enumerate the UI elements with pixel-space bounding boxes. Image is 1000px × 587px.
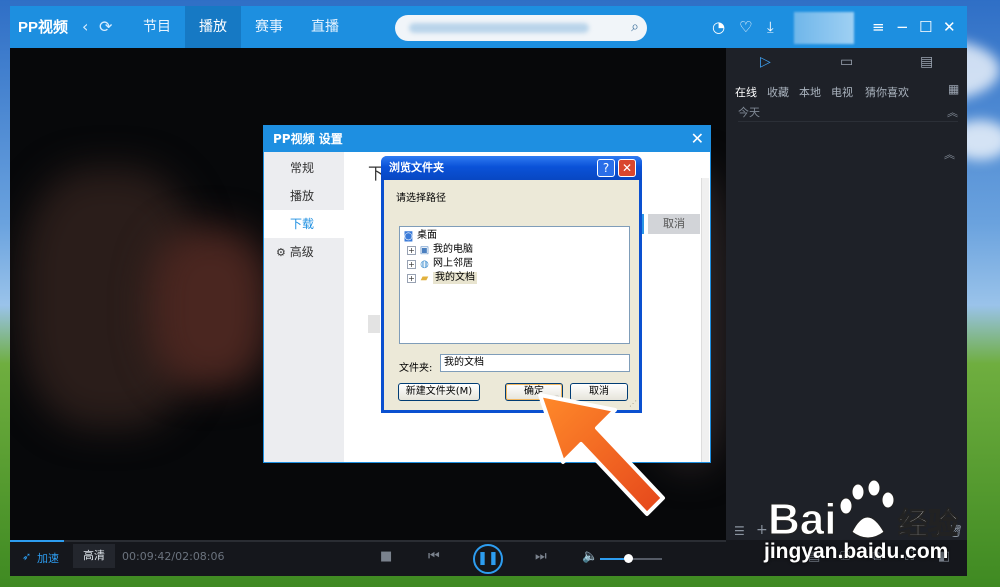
settings-sidebar: 常规 播放 下载 ⚙ 高级 [264, 152, 344, 462]
settings-nav-advanced-label: 高级 [289, 245, 314, 259]
minimize-icon[interactable]: − [896, 17, 909, 37]
tab-live[interactable]: 直播 [297, 6, 353, 48]
refresh-icon[interactable]: ⟳ [99, 17, 112, 37]
svg-text:经验: 经验 [898, 507, 958, 542]
tree-item-label: 网上邻居 [433, 258, 473, 269]
menu-icon[interactable]: ≡ [872, 17, 885, 37]
clock-icon[interactable]: ◔ [712, 17, 725, 37]
folder-icon: ▰ [420, 272, 429, 284]
panel-icon-tabs: ▷ ▭ ▤ [726, 48, 967, 76]
tab-events[interactable]: 赛事 [241, 6, 297, 48]
close-icon[interactable]: ✕ [943, 17, 956, 37]
next-icon[interactable]: ⏭ [535, 549, 547, 564]
folder-icon[interactable]: ▭ [840, 54, 853, 70]
baidu-logo-watermark: Bai 经验 [768, 479, 959, 545]
settings-nav-download[interactable]: 下载 [264, 210, 344, 238]
app-logo: PP视频 [18, 19, 69, 36]
new-folder-button[interactable]: 新建文件夹(M) [398, 383, 480, 401]
settings-nav-general[interactable]: 常规 [264, 154, 344, 182]
stop-icon[interactable]: ■ [380, 549, 392, 564]
network-icon: ◍ [420, 258, 429, 270]
browse-prompt: 请选择路径 [396, 193, 446, 204]
subtab-local[interactable]: 本地 [799, 84, 821, 100]
maximize-icon[interactable]: ☐ [919, 17, 932, 37]
blurred-video-content [150, 228, 270, 388]
play-list-icon[interactable]: ▷ [760, 54, 771, 70]
tree-item-my-computer[interactable]: + ▣ 我的电脑 [407, 244, 473, 256]
volume-slider[interactable] [600, 554, 662, 563]
svg-text:Bai: Bai [768, 495, 836, 544]
dialog-close-button[interactable]: ✕ [618, 159, 636, 177]
time-readout: 00:09:42/02:08:06 [122, 550, 225, 563]
tree-item-my-documents[interactable]: + ▰ 我的文档 [407, 272, 477, 284]
expand-icon[interactable]: + [407, 273, 416, 283]
pointer-arrow-icon [538, 393, 665, 516]
help-button[interactable]: ? [597, 159, 615, 177]
settings-control-partial[interactable] [368, 315, 380, 333]
subtab-tv[interactable]: 电视 [831, 84, 853, 100]
download-icon[interactable]: ⤓ [767, 17, 774, 37]
search-icon[interactable]: ⌕ [631, 19, 639, 35]
browse-folder-dialog: 浏览文件夹 ? ✕ 请选择路径 ◙ 桌面 + ▣ 我的电脑 + ◍ 网上邻居 +… [381, 156, 642, 413]
settings-nav-advanced[interactable]: ⚙ 高级 [264, 238, 344, 266]
back-icon[interactable]: ‹ [82, 17, 88, 37]
expand-icon[interactable]: + [407, 259, 416, 269]
accelerate-button[interactable]: 加速 [37, 550, 59, 566]
heart-icon[interactable]: ♡ [739, 17, 752, 37]
search-text-blurred [409, 23, 589, 33]
settings-cancel-button[interactable]: 取消 [648, 214, 700, 234]
pause-button[interactable]: ❚❚ [473, 544, 503, 574]
settings-title: PP视频 设置 [264, 126, 710, 152]
folder-tree[interactable]: ◙ 桌面 + ▣ 我的电脑 + ◍ 网上邻居 + ▰ 我的文档 [399, 226, 630, 344]
tab-playback[interactable]: 播放 [185, 6, 241, 48]
subtab-online[interactable]: 在线 [735, 84, 757, 100]
avatar[interactable] [794, 12, 854, 44]
volume-icon[interactable]: 🔈 [582, 549, 598, 564]
settings-scrollbar[interactable] [701, 178, 709, 462]
tree-item-label: 桌面 [417, 230, 437, 241]
expand-icon[interactable]: + [407, 245, 416, 255]
section-today-label: 今天 [738, 106, 760, 119]
folder-field[interactable]: 我的文档 [440, 354, 630, 372]
tree-item-network[interactable]: + ◍ 网上邻居 [407, 258, 473, 270]
tab-programs[interactable]: 节目 [129, 6, 185, 48]
tree-item-desktop[interactable]: ◙ 桌面 [403, 230, 437, 242]
previous-icon[interactable]: ⏮ [428, 549, 440, 564]
title-bar: PP视频 ‹ ⟳ 节目 播放 赛事 直播 ⌕ ◔ ♡ ⤓ ≡ − ☐ ✕ [10, 6, 967, 48]
volume-knob[interactable] [623, 554, 633, 563]
subtab-recommended[interactable]: 猜你喜欢 [865, 84, 909, 100]
accelerate-icon[interactable]: ➶ [22, 550, 31, 563]
folder-field-label: 文件夹: [399, 363, 433, 374]
tree-item-label: 我的文档 [433, 272, 477, 284]
search-input[interactable]: ⌕ [395, 15, 647, 41]
computer-icon: ▣ [419, 244, 430, 256]
grid-icon[interactable]: ▦ [948, 82, 959, 96]
settings-nav-playback[interactable]: 播放 [264, 182, 344, 210]
quality-button[interactable]: 高清 [73, 544, 115, 568]
tree-item-label: 我的电脑 [433, 244, 473, 255]
subtab-favorites[interactable]: 收藏 [767, 84, 789, 100]
gear-icon: ⚙ [276, 246, 286, 259]
right-panel: ▷ ▭ ▤ 在线 收藏 本地 电视 猜你喜欢 ▦ 今天 ︽ ︽ ☰ + 🗑 [726, 48, 967, 542]
progress-bar[interactable] [10, 540, 726, 542]
close-icon[interactable]: ✕ [691, 126, 704, 152]
progress-fill [10, 540, 64, 542]
chevron-up-icon[interactable]: ︽ [947, 104, 958, 122]
desktop-icon: ◙ [403, 230, 414, 242]
chat-icon[interactable]: ▤ [920, 54, 933, 70]
section-today[interactable]: 今天 ︽ [738, 104, 958, 122]
watermark-url: jingyan.baidu.com [764, 540, 949, 563]
